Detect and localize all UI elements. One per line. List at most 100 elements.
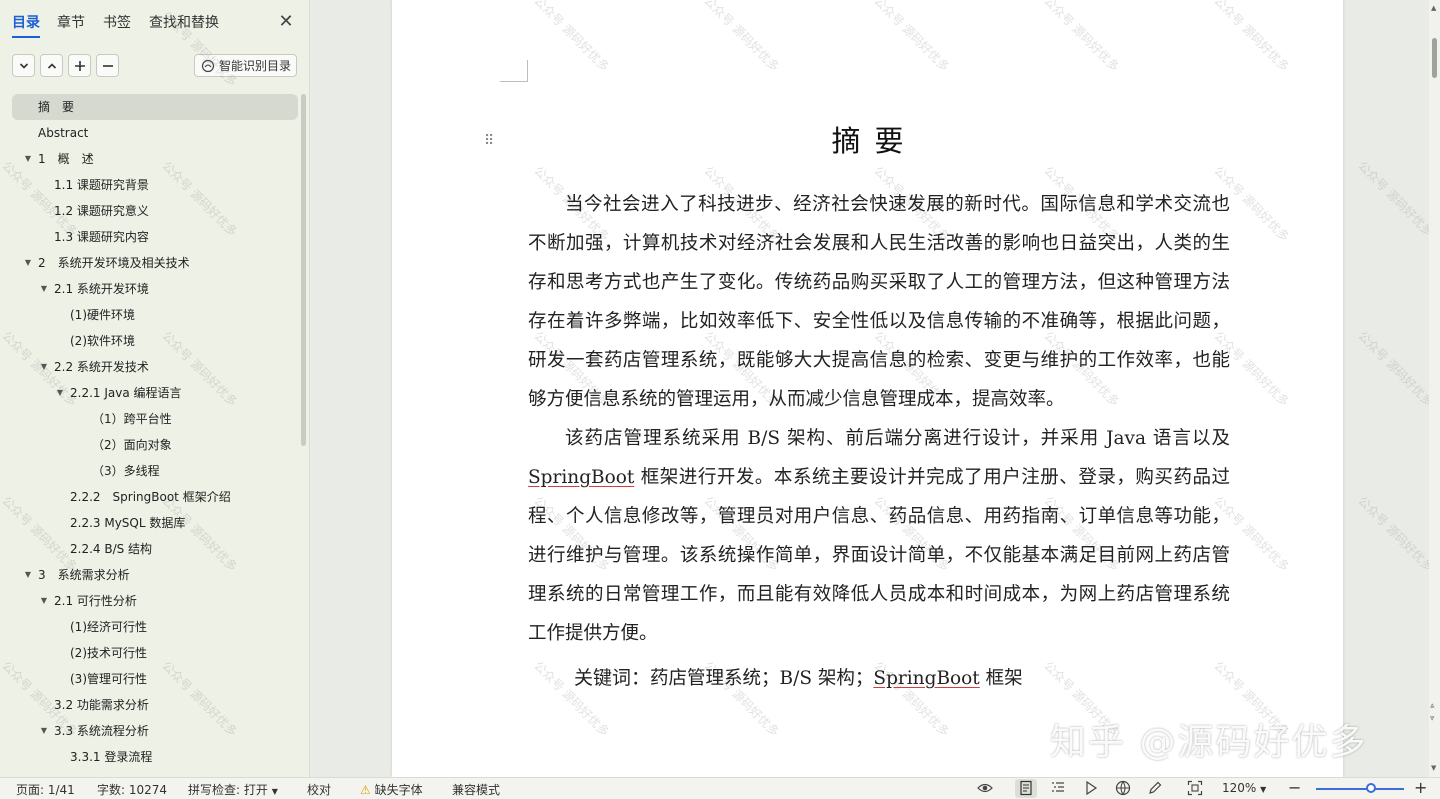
toc-item[interactable]: (3)管理可行性 [0, 666, 300, 692]
zoom-slider-thumb[interactable] [1366, 783, 1376, 793]
zoom-level[interactable]: 120% ▼ [1222, 781, 1266, 795]
toc-item[interactable]: （2）面向对象 [0, 432, 300, 458]
toc-item[interactable]: Abstract [0, 120, 300, 146]
toc-item[interactable]: (2)技术可行性 [0, 640, 300, 666]
toc-item-label: 2.2.2 SpringBoot 框架介绍 [70, 490, 231, 504]
document-scrollbar[interactable]: ▲ ⩓ ⩔ ▼ [1429, 0, 1440, 777]
tab-bookmarks[interactable]: 书签 [103, 12, 131, 32]
tab-toc[interactable]: 目录 [12, 12, 40, 38]
toc-item[interactable]: ▼ 2.2.1 Java 编程语言 [0, 380, 300, 406]
fit-screen-icon[interactable] [1187, 780, 1203, 796]
caret-down-icon[interactable]: ▼ [54, 380, 66, 406]
page-view-icon[interactable] [1018, 780, 1034, 796]
smart-toc-button[interactable]: 智能识别目录 [194, 54, 297, 77]
play-icon[interactable] [1083, 780, 1099, 796]
toc-sidebar: 目录 章节 书签 查找和替换 ✕ 智能识别目录 摘 要 Abstract ▼ 1 概 … [0, 0, 310, 777]
scroll-thumb[interactable] [1432, 38, 1437, 78]
add-toc-item-button[interactable] [68, 54, 91, 77]
toc-item[interactable]: 2.2.4 B/S 结构 [0, 536, 300, 562]
toc-item[interactable]: （3）多线程 [0, 458, 300, 484]
toc-item[interactable]: 1.3 课题研究内容 [0, 224, 300, 250]
toc-item[interactable]: ▼ 1 概 述 [0, 146, 300, 172]
smart-recognize-icon [201, 59, 215, 72]
watermark-text: 公众号 源码好优多 [1355, 493, 1429, 575]
outline-view-icon[interactable] [1050, 780, 1066, 796]
smart-toc-label: 智能识别目录 [219, 59, 292, 73]
page-indicator[interactable]: 页面: 1/41 [16, 781, 75, 798]
toc-item[interactable]: ▼ 2.1 系统开发环境 [0, 276, 300, 302]
toc-item[interactable]: 1.2 课题研究意义 [0, 198, 300, 224]
toc-item[interactable]: (1)经济可行性 [0, 614, 300, 640]
toc-item-label: 摘 要 [38, 100, 75, 114]
toc-item[interactable]: 3.2 功能需求分析 [0, 692, 300, 718]
toc-item-label: (2)软件环境 [70, 334, 135, 348]
toc-item-label: 2.2.1 Java 编程语言 [70, 386, 182, 400]
zoom-value: 120% [1222, 781, 1257, 795]
caret-down-icon[interactable]: ▼ [38, 354, 50, 380]
caret-down-icon[interactable]: ▼ [22, 146, 34, 172]
compat-mode: 兼容模式 [452, 783, 501, 797]
watermark-text: 公众号 源码好优多 [701, 0, 782, 75]
spell-check-toggle[interactable]: 拼写检查: 打开 ▼ [188, 781, 278, 798]
page-nav-icons[interactable]: ⩓ ⩔ [1430, 700, 1435, 724]
remove-toc-item-button[interactable] [96, 54, 119, 77]
caret-down-icon[interactable]: ▼ [38, 588, 50, 614]
toc-item-label: 2 系统开发环境及相关技术 [38, 256, 190, 270]
toc-item[interactable]: 3.3.1 登录流程 [0, 744, 300, 770]
scroll-down-icon[interactable]: ▼ [1431, 764, 1436, 772]
missing-font-button[interactable]: ⚠ 缺失字体 [360, 781, 423, 798]
web-view-icon[interactable] [1115, 780, 1131, 796]
page-title: 摘要 [831, 124, 918, 158]
toc-item-label: (1)经济可行性 [70, 620, 147, 634]
watermark-text: 公众号 源码好优多 [1355, 158, 1429, 240]
abstract-paragraph-2: 该药店管理系统采用 B/S 架构、前后端分离进行设计，并采用 Java 语言以及… [528, 419, 1230, 653]
keywords-spell-flag[interactable]: SpringBoot [873, 668, 979, 689]
toc-item[interactable]: 摘 要 [12, 94, 298, 120]
toc-item[interactable]: ▼ 3.3 系统流程分析 [0, 718, 300, 744]
scroll-up-icon[interactable]: ▲ [1431, 4, 1436, 12]
toc-item-label: 2.2 系统开发技术 [54, 360, 149, 374]
zoom-in-icon[interactable]: + [1414, 778, 1427, 797]
toc-item[interactable]: ▼ 2.2 系统开发技术 [0, 354, 300, 380]
para2-start: 该药店管理系统采用 B/S 架构、前后端分离进行设计，并采用 Java 语言以及 [565, 428, 1230, 449]
chevron-down-icon: ▼ [1260, 785, 1267, 794]
caret-down-icon[interactable]: ▼ [38, 276, 50, 302]
tab-chapters[interactable]: 章节 [57, 12, 85, 32]
missing-font-label: 缺失字体 [374, 783, 423, 797]
page-corner-mark [500, 60, 528, 82]
toc-item-label: 2.2.3 MySQL 数据库 [70, 516, 186, 530]
document-area: 公众号 源码好优多 公众号 源码好优多 公众号 源码好优多 公众号 源码好优多 公众号 … [311, 0, 1429, 777]
toc-item[interactable]: (1)硬件环境 [0, 302, 300, 328]
document-page[interactable]: 公众号 源码好优多 公众号 源码好优多 公众号 源码好优多 公众号 源码好优多 公众号 … [392, 0, 1343, 777]
caret-down-icon[interactable]: ▼ [22, 250, 34, 276]
toc-item[interactable]: 2.2.2 SpringBoot 框架介绍 [0, 484, 300, 510]
caret-down-icon[interactable]: ▼ [22, 562, 34, 588]
word-count[interactable]: 字数: 10274 [97, 781, 167, 798]
abstract-paragraph-1: 当今社会进入了科技进步、经济社会快速发展的新时代。国际信息和学术交流也不断加强，… [528, 194, 1230, 410]
toc-item-label: (1)硬件环境 [70, 308, 135, 322]
eye-icon[interactable] [977, 780, 993, 796]
toc-scrollbar[interactable] [301, 94, 306, 446]
toc-item[interactable]: ▼ 3 系统需求分析 [0, 562, 300, 588]
toc-item[interactable]: 1.1 课题研究背景 [0, 172, 300, 198]
toc-item-label: 2.2.4 B/S 结构 [70, 542, 153, 556]
zoom-slider[interactable] [1316, 788, 1404, 790]
toc-item-label: 1.3 课题研究内容 [54, 230, 149, 244]
collapse-all-button[interactable] [40, 54, 63, 77]
pen-icon[interactable] [1147, 780, 1163, 796]
toc-item[interactable]: ▼ 2 系统开发环境及相关技术 [0, 250, 300, 276]
para2-spell-flag[interactable]: SpringBoot [528, 467, 634, 488]
close-icon[interactable]: ✕ [277, 13, 295, 31]
toc-item-label: 1 概 述 [38, 152, 94, 166]
zoom-out-icon[interactable]: − [1288, 778, 1301, 797]
toc-item[interactable]: (2)软件环境 [0, 328, 300, 354]
expand-all-button[interactable] [12, 54, 35, 77]
toc-item[interactable]: （1）跨平台性 [0, 406, 300, 432]
toc-item[interactable]: ▼ 2.1 可行性分析 [0, 588, 300, 614]
toc-item-label: 3.3 系统流程分析 [54, 724, 149, 738]
plus-icon [74, 60, 85, 71]
caret-down-icon[interactable]: ▼ [38, 718, 50, 744]
proofread-button[interactable]: 校对 [307, 781, 331, 798]
tab-find-replace[interactable]: 查找和替换 [149, 12, 219, 32]
toc-item[interactable]: 2.2.3 MySQL 数据库 [0, 510, 300, 536]
